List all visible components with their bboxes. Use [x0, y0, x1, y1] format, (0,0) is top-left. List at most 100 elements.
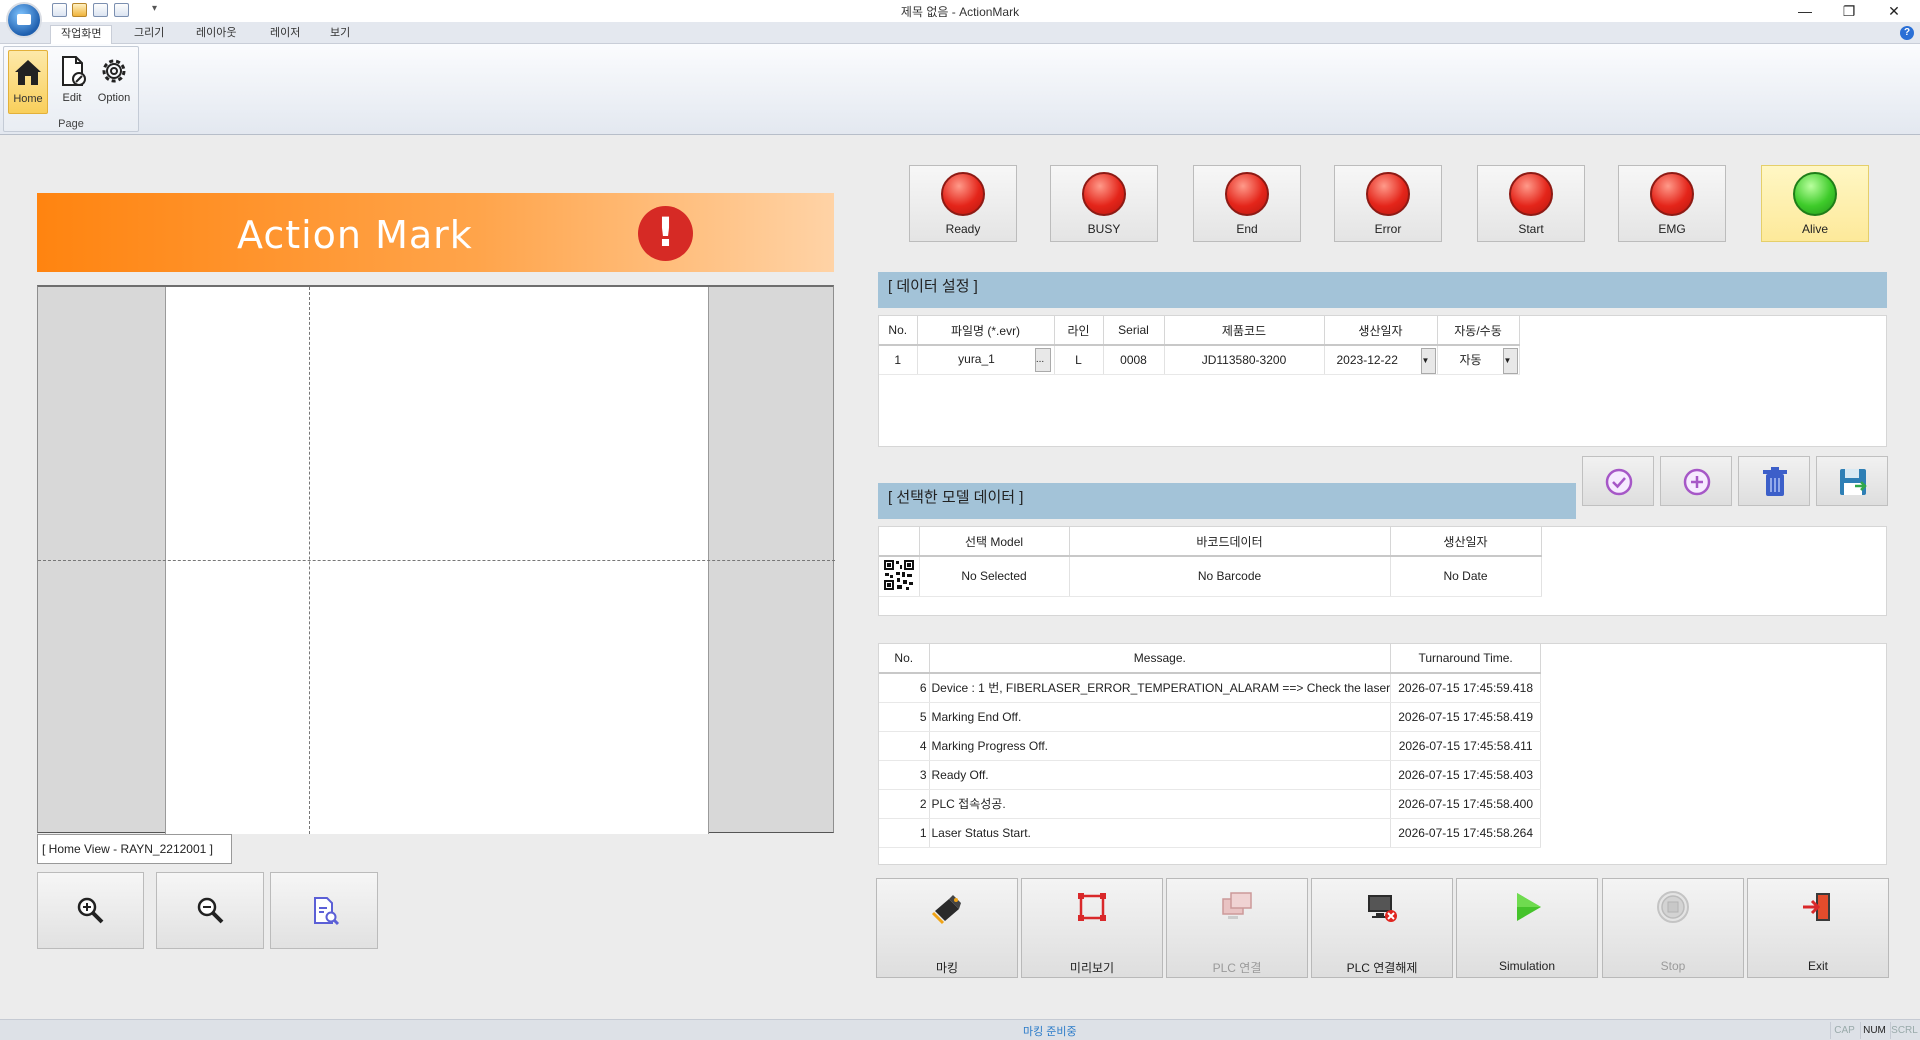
col-icon [879, 527, 920, 557]
production-date-picker[interactable]: 2023-12-22 ▼ [1324, 345, 1438, 375]
lamp-end: End [1193, 165, 1301, 242]
table-row[interactable]: 5 Marking End Off. 2026-07-15 17:45:58.4… [879, 702, 1542, 732]
log-no: 4 [879, 731, 930, 761]
save-button[interactable] [1816, 456, 1888, 506]
exit-door-icon [1803, 893, 1830, 921]
data-settings-header-row: No. 파일명 (*.evr) 라인 Serial 제품코드 생산일자 자동/수… [879, 316, 1520, 346]
chevron-down-icon[interactable]: ▼ [1420, 348, 1436, 374]
row-line[interactable]: L [1054, 345, 1104, 375]
check-circle-icon [1605, 468, 1633, 496]
fit-page-button[interactable] [270, 872, 378, 949]
col-log-message: Message. [929, 644, 1392, 674]
lamp-ready-indicator [941, 172, 985, 216]
plc-connect-button[interactable]: PLC 연결 [1166, 878, 1308, 978]
selected-model-table: 선택 Model 바코드데이터 생산일자 No Selected No Barc… [879, 527, 1542, 597]
table-row[interactable]: No Selected No Barcode No Date [879, 556, 1542, 597]
plc-disconnect-button[interactable]: PLC 연결해제 [1311, 878, 1453, 978]
delete-button[interactable] [1738, 456, 1810, 506]
plc-disconnect-button-label: PLC 연결해제 [1346, 961, 1418, 975]
tab-laser[interactable]: 레이저 [260, 25, 310, 44]
row-serial[interactable]: 0008 [1103, 345, 1165, 375]
gear-icon [94, 54, 134, 90]
lamp-alive-label: Alive [1801, 222, 1828, 236]
app-menu-icon[interactable] [6, 2, 42, 38]
log-no: 1 [879, 818, 930, 848]
num-lock-indicator: NUM [1860, 1022, 1888, 1039]
log-time: 2026-07-15 17:45:58.264 [1390, 818, 1542, 848]
add-button[interactable] [1660, 456, 1732, 506]
zoom-in-button[interactable] [37, 872, 144, 949]
table-row[interactable]: 2 PLC 접속성공. 2026-07-15 17:45:58.400 [879, 789, 1542, 819]
col-line: 라인 [1054, 316, 1104, 346]
play-icon [1517, 893, 1541, 921]
preview-frame-icon [1078, 893, 1106, 921]
simulation-button[interactable]: Simulation [1456, 878, 1598, 978]
tab-layout[interactable]: 레이아웃 [186, 25, 246, 44]
lamp-start: Start [1477, 165, 1585, 242]
stop-button[interactable]: Stop [1602, 878, 1744, 978]
lamp-error-label: Error [1374, 222, 1402, 236]
qr-code-cell [879, 556, 920, 597]
col-production-date: 생산일자 [1324, 316, 1438, 346]
scroll-lock-indicator: SCRL [1890, 1022, 1918, 1039]
log-message: Marking Progress Off. [929, 731, 1392, 761]
auto-manual-select[interactable]: 자동 ▼ [1437, 345, 1520, 375]
save-icon [1840, 469, 1867, 495]
data-settings-table: No. 파일명 (*.evr) 라인 Serial 제품코드 생산일자 자동/수… [879, 316, 1520, 375]
ribbon-group-label: Page [58, 118, 84, 130]
tab-work-screen[interactable]: 작업화면 [50, 25, 113, 44]
chevron-down-icon[interactable]: ▼ [1502, 348, 1518, 374]
row-no: 1 [879, 345, 918, 375]
table-row[interactable]: 1 Laser Status Start. 2026-07-15 17:45:5… [879, 818, 1542, 848]
lamp-alive: Alive [1761, 165, 1869, 242]
home-view-label: [ Home View - RAYN_2212001 ] [37, 834, 232, 864]
home-button-label: Home [13, 93, 43, 105]
col-auto-manual: 자동/수동 [1437, 316, 1520, 346]
row-product-code[interactable]: JD113580-3200 [1164, 345, 1325, 375]
tab-view[interactable]: 보기 [320, 25, 360, 44]
tab-draw[interactable]: 그리기 [124, 25, 174, 44]
message-log-grid[interactable]: No. Message. Turnaround Time. 6 Device :… [878, 643, 1887, 865]
lamp-emg: EMG [1618, 165, 1726, 242]
log-message: PLC 접속성공. [929, 789, 1392, 819]
home-button[interactable]: Home [8, 50, 48, 114]
zoom-out-button[interactable] [156, 872, 264, 949]
table-row[interactable]: 6 Device : 1 번, FIBERLASER_ERROR_TEMPERA… [879, 673, 1542, 703]
zoom-out-icon [197, 897, 224, 924]
option-button[interactable]: Option [94, 50, 134, 114]
apply-button[interactable] [1582, 456, 1654, 506]
col-log-no: No. [879, 644, 930, 674]
lamp-busy: BUSY [1050, 165, 1158, 242]
table-row[interactable]: 1 yura_1 ... L 0008 JD113580-3200 2023-1… [879, 345, 1520, 375]
edit-document-icon [52, 54, 92, 90]
message-log-table: No. Message. Turnaround Time. 6 Device :… [879, 644, 1542, 848]
log-message: Ready Off. [929, 760, 1392, 790]
col-no: No. [879, 316, 918, 346]
log-time: 2026-07-15 17:45:58.419 [1390, 702, 1542, 732]
preview-button[interactable]: 미리보기 [1021, 878, 1163, 978]
lamp-start-indicator [1509, 172, 1553, 216]
close-button[interactable]: ✕ [1879, 1, 1909, 21]
col-log-time: Turnaround Time. [1390, 644, 1542, 674]
marking-canvas[interactable] [37, 285, 835, 834]
table-row[interactable]: 4 Marking Progress Off. 2026-07-15 17:45… [879, 731, 1542, 761]
plc-disconnect-icon [1368, 895, 1397, 922]
log-time: 2026-07-15 17:45:58.411 [1390, 731, 1542, 761]
lamp-end-label: End [1236, 222, 1258, 236]
restore-button[interactable]: ❐ [1834, 1, 1864, 21]
row-filename-cell[interactable]: yura_1 ... [917, 345, 1055, 375]
marking-button[interactable]: 마킹 [876, 878, 1018, 978]
table-row[interactable]: 3 Ready Off. 2026-07-15 17:45:58.403 [879, 760, 1542, 790]
lamp-alive-indicator [1793, 172, 1837, 216]
qr-code-icon [882, 558, 915, 591]
exit-button-label: Exit [1807, 959, 1828, 973]
help-icon[interactable]: ? [1900, 26, 1914, 40]
window-title: 제목 없음 - ActionMark [900, 5, 1020, 19]
minimize-button[interactable]: — [1790, 1, 1820, 21]
edit-button[interactable]: Edit [52, 50, 92, 114]
exit-button[interactable]: Exit [1747, 878, 1889, 978]
lamp-ready: Ready [909, 165, 1017, 242]
selected-model-grid: 선택 Model 바코드데이터 생산일자 No Selected No Barc… [878, 526, 1887, 616]
browse-file-button[interactable]: ... [1034, 347, 1051, 372]
lamp-error: Error [1334, 165, 1442, 242]
